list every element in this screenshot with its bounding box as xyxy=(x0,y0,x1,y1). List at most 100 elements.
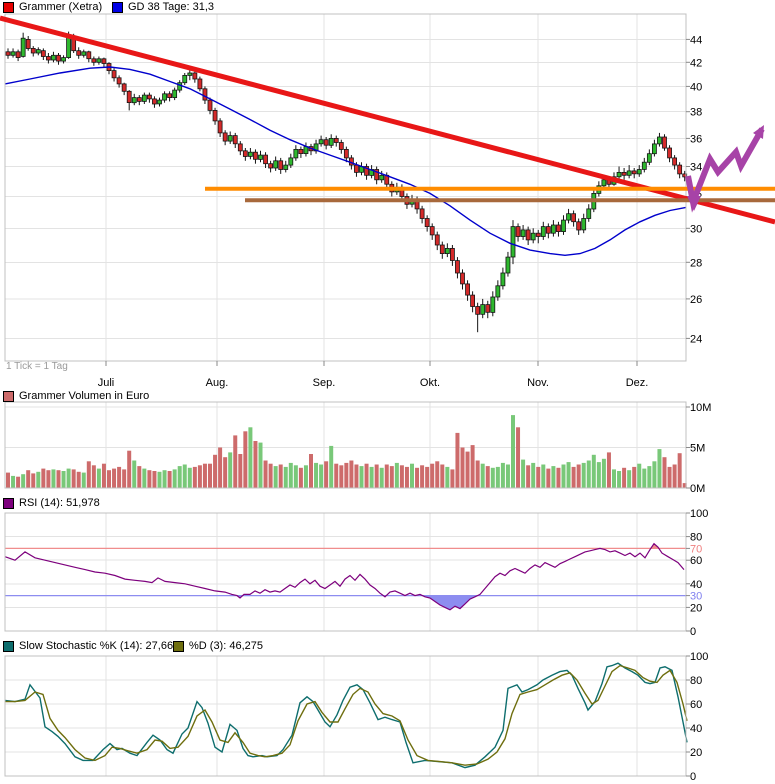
volume-bar xyxy=(142,469,146,488)
volume-bar xyxy=(612,469,616,488)
month-axis-label: Dez. xyxy=(626,377,649,389)
volume-bar xyxy=(577,465,581,489)
volume-bar xyxy=(556,468,560,488)
stochastic-d-swatch xyxy=(173,641,184,652)
candle-body xyxy=(253,152,257,159)
volume-bar xyxy=(107,470,111,488)
candle-body xyxy=(82,52,86,56)
volume-bar xyxy=(137,466,141,488)
candle-body xyxy=(147,95,151,99)
volume-bar xyxy=(309,454,313,488)
volume-bar xyxy=(445,467,449,488)
volume-bar xyxy=(163,470,167,488)
candle-body xyxy=(647,154,651,163)
volume-bar xyxy=(319,465,323,489)
volume-bar xyxy=(420,465,424,488)
candle-body xyxy=(163,94,167,100)
candle-body xyxy=(46,57,50,61)
volume-panel: 10M5M0M xyxy=(5,402,711,495)
volume-bar xyxy=(370,467,374,488)
candle-body xyxy=(16,52,20,58)
volume-bar xyxy=(304,465,308,488)
volume-bar xyxy=(57,470,61,488)
stock-chart-page: { "legends": { "main": [ {"label": "Gram… xyxy=(0,0,775,784)
volume-bar xyxy=(77,472,81,488)
stochastic-panel: 100806040200 xyxy=(5,651,708,783)
candle-body xyxy=(97,59,101,63)
candle-body xyxy=(471,295,475,306)
volume-bar xyxy=(511,415,515,488)
candle-body xyxy=(142,95,146,101)
candle-body xyxy=(551,225,555,233)
volume-bar xyxy=(253,441,257,488)
candle-body xyxy=(87,52,91,59)
volume-bar xyxy=(62,471,66,488)
volume-bar xyxy=(168,471,172,488)
candle-body xyxy=(461,273,465,284)
volume-bar xyxy=(82,473,86,488)
volume-bar xyxy=(127,451,131,488)
stochastic-k-legend-item: Slow Stochastic %K (14): 27,669 xyxy=(3,640,179,652)
volume-bar xyxy=(400,465,404,488)
volume-bar xyxy=(31,473,35,488)
volume-bar xyxy=(112,469,116,488)
volume-bar xyxy=(516,427,520,488)
stochastic-axis-label: 20 xyxy=(690,747,702,759)
volume-bar xyxy=(36,472,40,488)
candle-body xyxy=(238,144,242,151)
candle-body xyxy=(132,98,136,103)
candle-body xyxy=(329,138,333,145)
candle-body xyxy=(233,136,237,144)
candle-body xyxy=(243,151,247,157)
volume-bar xyxy=(602,459,606,488)
rsi-swatch xyxy=(3,498,14,509)
candle-body xyxy=(536,233,540,236)
candle-body xyxy=(77,51,81,56)
candle-body xyxy=(213,110,217,121)
volume-bar xyxy=(299,468,303,488)
rsi-axis-label: 30 xyxy=(690,591,702,603)
candle-body xyxy=(496,286,500,297)
volume-bar xyxy=(193,467,197,488)
rsi-axis-label: 0 xyxy=(690,626,696,638)
candle-body xyxy=(117,78,121,84)
volume-bar xyxy=(430,464,434,488)
candle-body xyxy=(516,227,520,237)
volume-bar xyxy=(26,470,30,488)
volume-bar xyxy=(117,467,121,488)
candle-body xyxy=(562,220,566,232)
candle-body xyxy=(198,79,202,89)
volume-bar xyxy=(92,465,96,488)
volume-bar xyxy=(587,461,591,489)
candle-body xyxy=(657,137,661,144)
volume-bar xyxy=(132,461,136,489)
volume-bar xyxy=(410,464,414,488)
candle-body xyxy=(269,164,273,168)
volume-bar xyxy=(466,452,470,488)
candle-body xyxy=(642,162,646,169)
candle-body xyxy=(324,140,328,146)
volume-bar xyxy=(324,461,328,488)
volume-bar xyxy=(46,470,50,488)
rsi-label: RSI (14): 51,978 xyxy=(19,497,100,509)
volume-bar xyxy=(294,465,298,488)
volume-bar xyxy=(657,449,661,488)
volume-bar xyxy=(617,471,621,488)
main-overlays xyxy=(0,18,775,222)
price-series-swatch xyxy=(3,2,14,13)
candle-body xyxy=(486,305,490,313)
volume-bar xyxy=(158,472,162,488)
stochastic-axis-label: 40 xyxy=(690,723,702,735)
volume-bar xyxy=(425,467,429,488)
stochastic-d-line xyxy=(5,666,687,766)
candle-body xyxy=(62,58,66,62)
volume-bar xyxy=(284,467,288,488)
candle-body xyxy=(622,172,626,175)
candle-body xyxy=(587,209,591,219)
month-axis-label: Okt. xyxy=(420,377,440,389)
volume-bar xyxy=(385,465,389,489)
volume-bar xyxy=(243,431,247,488)
volume-bar xyxy=(21,474,25,488)
candle-body xyxy=(183,75,187,82)
price-axis-label: 38 xyxy=(690,107,702,119)
